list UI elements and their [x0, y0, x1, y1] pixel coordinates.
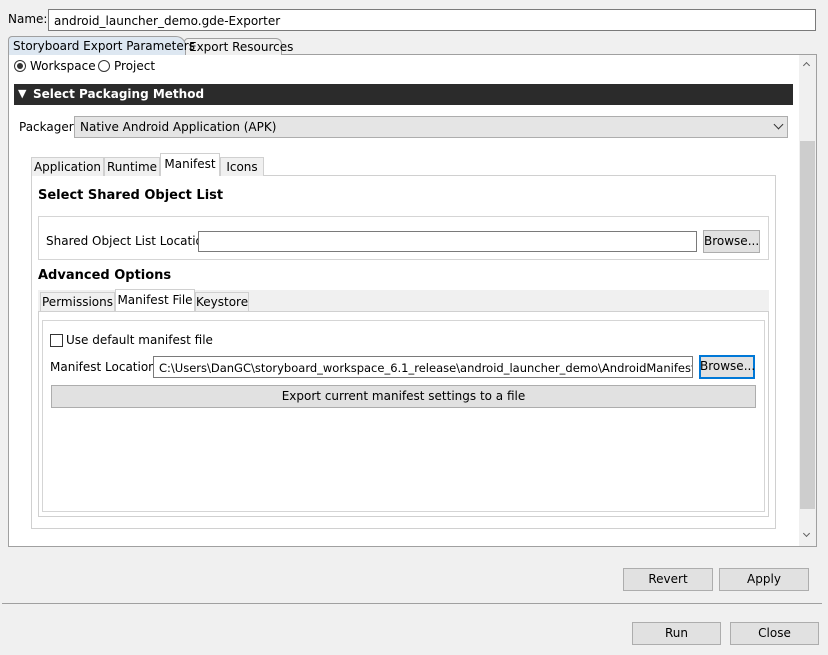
manifest-location-input[interactable]: C:\Users\DanGC\storyboard_workspace_6.1_… [153, 356, 693, 378]
tab-label: Keystore [196, 295, 249, 309]
dialog-separator [2, 603, 822, 604]
advanced-options-heading: Advanced Options [38, 268, 172, 283]
name-label: Name: [8, 12, 48, 26]
chevron-down-icon [773, 119, 784, 130]
tab-label: Manifest [164, 157, 216, 171]
project-radio[interactable] [98, 60, 110, 72]
tab-storyboard-export-parameters[interactable]: Storyboard Export Parameters [8, 36, 195, 55]
shared-object-heading: Select Shared Object List [38, 188, 224, 203]
scrollbar-thumb[interactable] [800, 141, 815, 509]
tab-label: Manifest File [117, 293, 193, 307]
tab-icons[interactable]: Icons [220, 157, 264, 176]
tab-label: Export Resources [189, 40, 294, 54]
tab-label: Runtime [106, 160, 158, 174]
name-input[interactable]: android_launcher_demo.gde-Exporter [48, 9, 816, 31]
tab-permissions[interactable]: Permissions [40, 292, 115, 311]
name-input-value: android_launcher_demo.gde-Exporter [54, 14, 281, 28]
manifest-browse-button[interactable]: Browse... [699, 355, 755, 379]
run-button[interactable]: Run [632, 622, 721, 645]
workspace-radio-label[interactable]: Workspace [30, 58, 96, 74]
section-title: Select Packaging Method [33, 87, 205, 101]
shared-object-location-label: Shared Object List Location: [46, 234, 215, 248]
vertical-scrollbar[interactable] [799, 55, 816, 546]
scroll-down-icon[interactable] [802, 529, 811, 538]
scroll-up-icon[interactable] [802, 61, 811, 70]
tab-label: Application [33, 160, 102, 174]
shared-object-browse-button[interactable]: Browse... [703, 230, 760, 253]
tab-manifest[interactable]: Manifest [160, 153, 220, 176]
shared-object-location-input[interactable] [198, 231, 697, 252]
tab-runtime[interactable]: Runtime [104, 157, 160, 176]
collapse-triangle-icon: ▼ [18, 87, 27, 100]
tab-label: Permissions [42, 295, 113, 309]
use-default-manifest-checkbox[interactable] [50, 334, 63, 347]
export-manifest-settings-button[interactable]: Export current manifest settings to a fi… [51, 385, 756, 408]
packager-label: Packager: [19, 120, 78, 134]
close-button[interactable]: Close [730, 622, 819, 645]
apply-button[interactable]: Apply [719, 568, 809, 591]
tab-manifest-file[interactable]: Manifest File [115, 289, 195, 311]
workspace-radio[interactable] [14, 60, 26, 72]
revert-button[interactable]: Revert [623, 568, 713, 591]
project-radio-label[interactable]: Project [114, 58, 155, 74]
manifest-location-value: C:\Users\DanGC\storyboard_workspace_6.1_… [159, 361, 693, 375]
packager-selected-value: Native Android Application (APK) [80, 120, 277, 134]
manifest-location-label: Manifest Location: [50, 360, 160, 374]
tab-label: Storyboard Export Parameters [13, 39, 195, 53]
tab-keystore[interactable]: Keystore [195, 292, 249, 311]
tab-export-resources[interactable]: Export Resources [184, 38, 293, 55]
packaging-section-header[interactable]: ▼ Select Packaging Method [14, 84, 793, 105]
tab-label: Icons [226, 160, 258, 174]
packager-select[interactable]: Native Android Application (APK) [74, 116, 788, 138]
tab-application[interactable]: Application [31, 157, 104, 176]
use-default-manifest-label[interactable]: Use default manifest file [66, 332, 213, 348]
manifest-file-group [42, 320, 765, 512]
